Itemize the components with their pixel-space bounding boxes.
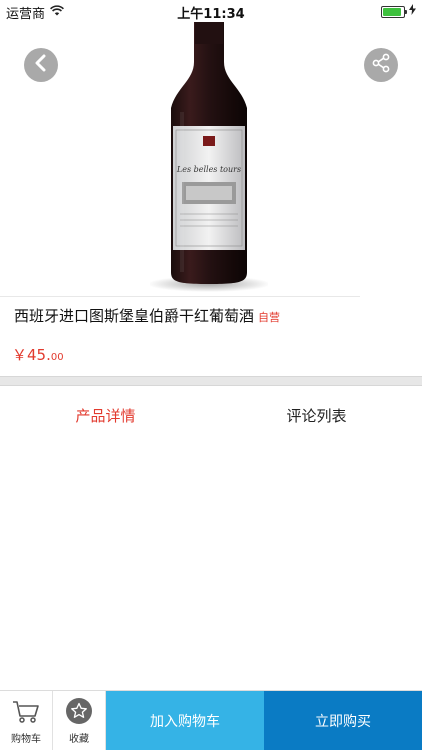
product-image: Les belles tours [147, 22, 271, 296]
buy-now-button[interactable]: 立即购买 [264, 691, 422, 750]
product-title: 西班牙进口图斯堡皇伯爵干红葡萄酒 [14, 307, 255, 325]
share-icon [371, 53, 391, 77]
section-separator [0, 376, 422, 386]
status-bar: 运营商 上午11:34 [0, 0, 422, 22]
image-divider [0, 296, 360, 297]
cart-button[interactable]: 购物车 [0, 691, 53, 750]
share-button[interactable] [364, 48, 398, 82]
cart-label: 购物车 [11, 734, 41, 745]
charging-icon [409, 4, 416, 19]
self-operated-badge: 自营 [258, 311, 281, 324]
product-price: ￥45.00 [12, 344, 64, 365]
favorite-label: 收藏 [69, 734, 89, 745]
add-to-cart-button[interactable]: 加入购物车 [106, 691, 264, 750]
cart-icon [12, 700, 40, 727]
price-cents: 00 [50, 352, 64, 363]
tab-comments[interactable]: 评论列表 [211, 400, 422, 432]
detail-tabs: 产品详情 评论列表 [0, 400, 422, 432]
bottom-action-bar: 购物车 收藏 加入购物车 立即购买 [0, 690, 422, 750]
product-title-row: 西班牙进口图斯堡皇伯爵干红葡萄酒 自营 [14, 305, 280, 326]
battery-level [383, 7, 401, 16]
favorite-button[interactable]: 收藏 [53, 691, 106, 750]
bottle-label-text: Les belles tours [176, 165, 241, 174]
chevron-left-icon [34, 54, 48, 76]
back-button[interactable] [24, 48, 58, 82]
star-icon [66, 698, 92, 727]
status-right [381, 4, 416, 19]
tab-product-details[interactable]: 产品详情 [0, 400, 211, 432]
status-time: 上午11:34 [177, 7, 245, 22]
battery-icon [381, 5, 407, 18]
product-image-area: Les belles tours [0, 22, 422, 296]
price-main: ￥45. [12, 346, 51, 364]
